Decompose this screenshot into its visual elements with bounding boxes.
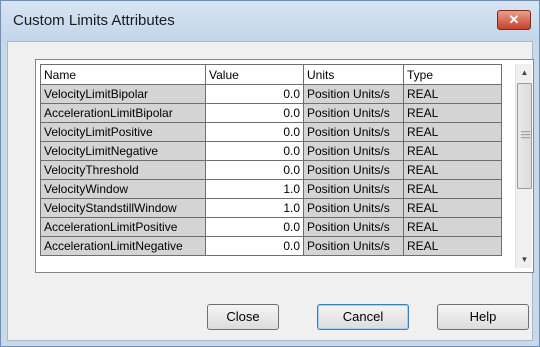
table-row[interactable]: VelocityStandstillWindow 1.0 Position Un… <box>40 198 502 218</box>
cell-type: REAL <box>403 141 502 161</box>
arrow-up-icon: ▲ <box>520 68 529 77</box>
close-icon: ✕ <box>508 12 520 27</box>
table-row[interactable]: VelocityThreshold 0.0 Position Units/s R… <box>40 160 502 180</box>
cell-value[interactable]: 0.0 <box>205 217 304 237</box>
vertical-scrollbar[interactable]: ▲ — — — ▼ <box>515 64 532 268</box>
scroll-up-button[interactable]: ▲ <box>516 64 533 81</box>
header-type[interactable]: Type <box>403 64 502 85</box>
table-row[interactable]: VelocityLimitPositive 0.0 Position Units… <box>40 122 502 142</box>
attributes-table: Name Value Units Type VelocityLimitBipol… <box>40 64 502 256</box>
attributes-grid: Name Value Units Type VelocityLimitBipol… <box>35 59 534 273</box>
cell-type: REAL <box>403 236 502 256</box>
cell-value[interactable]: 0.0 <box>205 122 304 142</box>
cell-type: REAL <box>403 122 502 142</box>
cell-units: Position Units/s <box>303 122 404 142</box>
table-row[interactable]: AccelerationLimitNegative 0.0 Position U… <box>40 236 502 256</box>
cell-units: Position Units/s <box>303 198 404 218</box>
cell-type: REAL <box>403 160 502 180</box>
table-row[interactable]: AccelerationLimitPositive 0.0 Position U… <box>40 217 502 237</box>
cell-units: Position Units/s <box>303 179 404 199</box>
cell-value[interactable]: 0.0 <box>205 160 304 180</box>
scroll-down-button[interactable]: ▼ <box>516 251 533 268</box>
cell-value[interactable]: 1.0 <box>205 198 304 218</box>
arrow-down-icon: ▼ <box>520 255 529 264</box>
close-button[interactable]: Close <box>207 304 279 330</box>
grip-icon: — — — <box>521 126 530 142</box>
table-row[interactable]: VelocityWindow 1.0 Position Units/s REAL <box>40 179 502 199</box>
cell-name: AccelerationLimitPositive <box>40 217 206 237</box>
cell-value[interactable]: 1.0 <box>205 179 304 199</box>
cell-name: VelocityStandstillWindow <box>40 198 206 218</box>
scroll-thumb[interactable]: — — — <box>517 83 532 189</box>
title-bar: Custom Limits Attributes ✕ <box>1 1 539 41</box>
header-units[interactable]: Units <box>303 64 404 85</box>
cell-type: REAL <box>403 103 502 123</box>
help-button[interactable]: Help <box>437 304 529 330</box>
cell-name: VelocityThreshold <box>40 160 206 180</box>
close-window-button[interactable]: ✕ <box>497 10 531 30</box>
header-name[interactable]: Name <box>40 64 206 85</box>
cell-type: REAL <box>403 217 502 237</box>
cell-value[interactable]: 0.0 <box>205 84 304 104</box>
cell-units: Position Units/s <box>303 236 404 256</box>
cell-value[interactable]: 0.0 <box>205 141 304 161</box>
header-row: Name Value Units Type <box>40 64 502 85</box>
table-row[interactable]: VelocityLimitBipolar 0.0 Position Units/… <box>40 84 502 104</box>
cell-name: VelocityLimitPositive <box>40 122 206 142</box>
cancel-button[interactable]: Cancel <box>317 304 409 330</box>
cell-value[interactable]: 0.0 <box>205 103 304 123</box>
dialog-client: Name Value Units Type VelocityLimitBipol… <box>7 41 534 341</box>
cell-name: VelocityLimitNegative <box>40 141 206 161</box>
cell-type: REAL <box>403 84 502 104</box>
table-row[interactable]: AccelerationLimitBipolar 0.0 Position Un… <box>40 103 502 123</box>
cell-name: AccelerationLimitBipolar <box>40 103 206 123</box>
cell-type: REAL <box>403 198 502 218</box>
cell-units: Position Units/s <box>303 141 404 161</box>
cell-name: VelocityLimitBipolar <box>40 84 206 104</box>
cell-name: VelocityWindow <box>40 179 206 199</box>
cell-units: Position Units/s <box>303 103 404 123</box>
cell-value[interactable]: 0.0 <box>205 236 304 256</box>
cell-units: Position Units/s <box>303 84 404 104</box>
cell-name: AccelerationLimitNegative <box>40 236 206 256</box>
cell-type: REAL <box>403 179 502 199</box>
window-title: Custom Limits Attributes <box>13 12 175 29</box>
cell-units: Position Units/s <box>303 160 404 180</box>
header-value[interactable]: Value <box>205 64 304 85</box>
dialog-window: Custom Limits Attributes ✕ Name Value Un… <box>0 0 540 347</box>
cell-units: Position Units/s <box>303 217 404 237</box>
table-row[interactable]: VelocityLimitNegative 0.0 Position Units… <box>40 141 502 161</box>
